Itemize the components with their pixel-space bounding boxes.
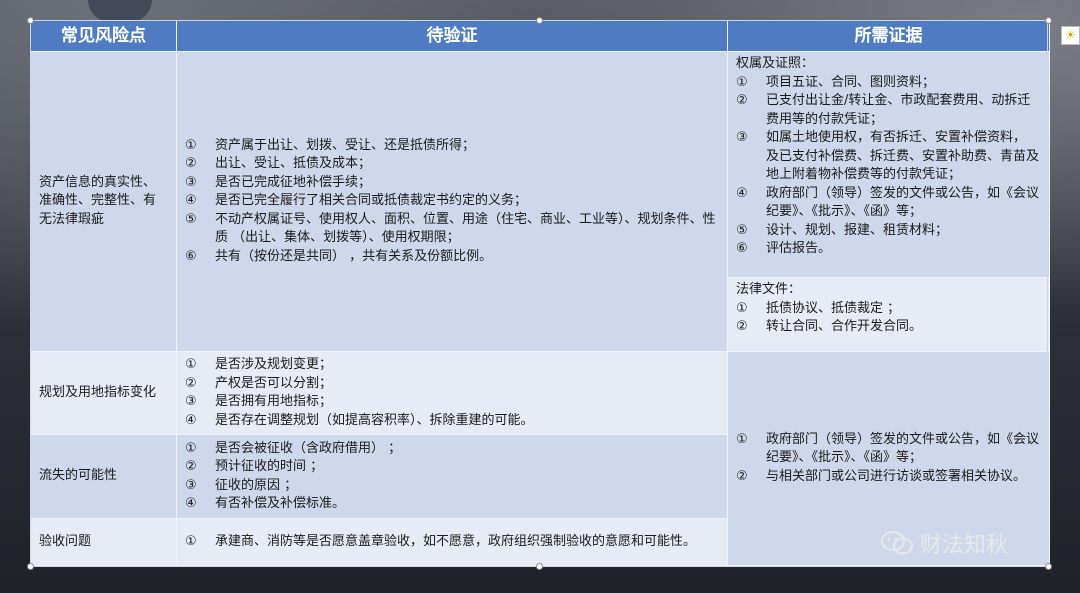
verify-cell: ① 资产属于出让、划拨、受让、还是抵债所得； ② 出让、受让、抵债及成本； ③ 是否已…	[177, 52, 728, 352]
resize-handle[interactable]	[1045, 563, 1052, 570]
risk-cell: 规划及用地指标变化	[31, 352, 177, 435]
list-item: ② 预计征收的时间 ；	[185, 459, 324, 474]
watermark-text: 财法知秋	[920, 533, 1009, 558]
list-item: ③ 是否拥有用地指标；	[185, 394, 333, 409]
verify-cell: ① 是否会被征收（含政府借用） ； ② 预计征收的时间 ； ③ 征收的原因 ； ④ 有否…	[177, 435, 728, 519]
header-evidence: 所需证据	[728, 21, 1050, 52]
watermark: 财法知秋	[880, 527, 1008, 559]
header-verify: 待验证	[177, 21, 728, 52]
lightbulb-icon[interactable]: ☀	[1061, 26, 1080, 45]
list-item: ① 资产属于出让、划拨、受让、还是抵债所得；	[185, 137, 476, 153]
list-item: ③ 是否已完成征地补偿手续；	[185, 174, 372, 190]
risk-cell: 验收问题	[31, 519, 177, 566]
list-item: ① 政府部门（领导）签发的文件或公告，如《会议纪要》、《批示》、《函》等；	[736, 431, 1040, 466]
list-item: ① 项目五证、合同、图则资料；	[736, 74, 936, 90]
evidence-cell-1: 权属及证照： ① 项目五证、合同、图则资料； ② 已支付出让金/转让金、市政配套费用…	[728, 52, 1050, 352]
list-item: ⑥ 共有（按份还是共同） ，共有关系及份额比例。	[185, 248, 493, 264]
evidence-ownership: 权属及证照： ① 项目五证、合同、图则资料； ② 已支付出让金/转让金、市政配套费用…	[728, 52, 1049, 278]
list-item: ② 已支付出让金/转让金、市政配套费用、动拆迁费用等的付款凭证；	[736, 93, 1031, 127]
resize-handle[interactable]	[27, 563, 34, 570]
list-item: ⑤ 设计、规划、报建、租赁材料；	[736, 222, 949, 238]
resize-handle[interactable]	[536, 563, 543, 570]
list-item: ② 转让合同、合作开发合同。	[736, 319, 923, 334]
resize-handle[interactable]	[1045, 17, 1052, 24]
wechat-icon	[881, 531, 913, 555]
evidence-title: 法律文件：	[736, 282, 802, 297]
list-item: ① 是否会被征收（含政府借用） ；	[185, 440, 402, 456]
list-item: ① 是否涉及规划变更；	[185, 357, 333, 372]
header-risk: 常见风险点	[31, 21, 177, 52]
risk-table: 常见风险点 待验证 所需证据 资产信息的真实性、准确性、完整性、有无法律瑕疵 ①…	[31, 21, 1050, 566]
list-item: ① 承建商、消防等是否愿意盖章验收，如不愿意，政府组织强制验收的意愿和可能性。	[185, 533, 697, 549]
risk-label: 验收问题	[39, 533, 92, 549]
evidence-title: 权属及证照：	[736, 56, 815, 71]
evidence-legal: 法律文件： ① 抵债协议、抵债裁定 ； ② 转让合同、合作开发合同。	[728, 278, 1049, 351]
list-item: ③ 如属土地使用权，有否拆迁、安置补偿资料， 及已支付补偿费、拆迁费、安置补助费、…	[736, 130, 1040, 182]
list-item: ② 出让、受让、抵债及成本；	[185, 156, 372, 172]
list-item: ④ 是否存在调整规划（如提高容积率）、拆除重建的可能。	[185, 412, 534, 428]
list-item: ⑥ 评估报告。	[736, 241, 832, 256]
list-item: ④ 是否已完全履行了相关合同或抵债裁定书约定的义务；	[185, 193, 528, 209]
list-item: ② 产权是否可以分割；	[185, 375, 333, 391]
resize-handle[interactable]	[536, 17, 543, 24]
risk-label: 流失的可能性	[39, 468, 118, 484]
verify-cell: ① 承建商、消防等是否愿意盖章验收，如不愿意，政府组织强制验收的意愿和可能性。	[177, 519, 728, 566]
list-item: ③ 征收的原因 ；	[185, 477, 298, 493]
risk-cell: 资产信息的真实性、准确性、完整性、有无法律瑕疵	[31, 52, 177, 352]
list-item: ④ 政府部门（领导）签发的文件或公告，如《会议纪要》、《批示》、《函》等；	[736, 185, 1040, 220]
risk-label: 资产信息的真实性、准确性、完整性、有无法律瑕疵	[39, 174, 157, 227]
risk-cell: 流失的可能性	[31, 435, 177, 519]
list-item: ② 与相关部门或公司进行访谈或签署相关协议。	[736, 468, 1027, 484]
list-item: ④ 有否补偿及补偿标准。	[185, 496, 346, 511]
verify-cell: ① 是否涉及规划变更； ② 产权是否可以分割； ③ 是否拥有用地指标； ④ 是否存在调整…	[177, 352, 728, 435]
resize-handle[interactable]	[27, 17, 34, 24]
list-item: ① 抵债协议、抵债裁定 ；	[736, 300, 901, 316]
risk-label: 规划及用地指标变化	[39, 384, 157, 400]
list-item: ⑤ 不动产权属证号、使用权人、面积、位置、用途（住宅、商业、工业等）、规划条件、性…	[185, 211, 716, 246]
